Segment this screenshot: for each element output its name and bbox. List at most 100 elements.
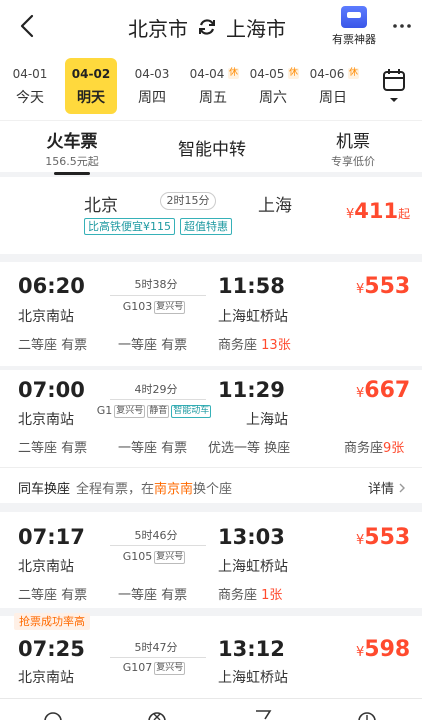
train-info: G103 复兴号 — [92, 300, 216, 314]
depart-station: 北京南站 — [18, 412, 74, 428]
seat-status: 有票 — [61, 338, 88, 353]
date-tab[interactable]: 04-01 今天 — [4, 58, 56, 114]
funnel-icon[interactable] — [254, 709, 272, 720]
back-arrow-icon[interactable] — [16, 12, 40, 40]
date-label: 04-03 — [134, 67, 170, 81]
arrive-time: 13:03 — [218, 525, 285, 549]
weekday-label: 周五 — [199, 90, 227, 106]
price-suffix: 起 — [398, 207, 411, 221]
weekday-label: 周四 — [138, 90, 166, 106]
train-card[interactable]: 07:00 北京南站 4时29分 G1 复兴号 静音 智能动车 11:29 上海站 ¥… — [0, 370, 422, 503]
ticket-tool-icon — [341, 6, 367, 28]
seat-count: 13张 — [261, 338, 291, 353]
arrive-station: 上海虹桥站 — [218, 559, 288, 575]
success-rate-badge: 抢票成功率高 — [14, 613, 90, 630]
weekday-label: 明天 — [77, 90, 105, 106]
swap-cities-icon[interactable] — [196, 16, 218, 38]
seat-change-row[interactable]: 同车换座 全程有票，在南京南换个座 详情 — [0, 467, 422, 503]
depart-station: 北京南站 — [18, 670, 74, 686]
train-type-badge: 复兴号 — [114, 405, 146, 418]
seat-class: 二等座 — [18, 338, 58, 353]
date-tab[interactable]: 04-03 周四 — [126, 58, 178, 114]
route-selector[interactable]: 北京市 上海市 — [128, 12, 286, 42]
arrive-station: 上海站 — [246, 412, 288, 428]
flight-duration: 2时15分 — [160, 192, 216, 210]
train-number: G105 — [122, 550, 153, 563]
train-card[interactable]: 07:17 北京南站 5时46分 G105 复兴号 13:03 上海虹桥站 ¥55… — [0, 512, 422, 608]
seat-class: 优选一等 — [208, 441, 261, 456]
route-line — [110, 399, 206, 400]
train-number: G1 — [96, 404, 113, 417]
train-type-badge: 复兴号 — [154, 662, 186, 675]
arrive-station: 上海虹桥站 — [218, 309, 288, 325]
from-city[interactable]: 北京市 — [128, 13, 188, 42]
cheaper-than-rail-tag: 比高铁便宜¥115 — [84, 218, 175, 235]
seat-availability: 商务座9张 — [344, 437, 404, 456]
to-city[interactable]: 上海市 — [226, 13, 286, 42]
filter-icon[interactable] — [44, 709, 62, 720]
weekday-label: 今天 — [16, 90, 44, 106]
tab-smart-transfer[interactable]: 智能中转 — [170, 135, 254, 160]
seat-class: 一等座 — [118, 338, 158, 353]
flight-price-value: 411 — [354, 199, 399, 223]
ticket-tool-label: 有票神器 — [332, 33, 376, 46]
calendar-icon[interactable] — [382, 68, 406, 108]
seat-class: 二等座 — [18, 441, 58, 456]
ticket-price: ¥598 — [356, 637, 410, 662]
train-number: G107 — [122, 661, 153, 674]
seat-class: 商务座 — [218, 588, 258, 603]
arrive-time: 11:29 — [218, 378, 285, 402]
details-link[interactable]: 详情 — [368, 478, 406, 497]
trip-duration: 4时29分 — [134, 383, 178, 396]
seat-status: 有票 — [161, 588, 188, 603]
route-line — [110, 545, 206, 546]
transport-mode-tabs: 火车票 156.5元起 智能中转 机票 专享低价 — [0, 120, 422, 175]
tab-title: 火车票 — [46, 132, 98, 152]
seat-count: 1张 — [261, 588, 283, 603]
seat-status: 有票 — [161, 441, 188, 456]
date-tab-selected[interactable]: 04-02 明天 — [65, 58, 117, 114]
depart-time: 06:20 — [18, 274, 85, 298]
seat-class: 商务座 — [218, 338, 258, 353]
ticket-price-value: 598 — [364, 637, 411, 662]
seat-availability: 二等座 有票 — [18, 584, 87, 603]
time-sort-icon[interactable] — [148, 709, 166, 720]
seat-availability: 一等座 有票 — [118, 437, 187, 456]
seat-availability: 二等座 有票 — [18, 437, 87, 456]
date-tab[interactable]: 04-05 休 周六 — [246, 58, 300, 114]
details-label: 详情 — [368, 482, 395, 497]
date-label: 04-02 — [71, 67, 111, 81]
ticket-tool-button[interactable]: 有票神器 — [326, 6, 382, 50]
train-card[interactable]: 抢票成功率高 07:25 北京南站 5时47分 G107 复兴号 13:12 上海… — [0, 613, 422, 706]
tab-train-tickets[interactable]: 火车票 156.5元起 — [40, 127, 104, 175]
clock-icon[interactable] — [358, 709, 376, 720]
tab-title: 机票 — [336, 132, 370, 152]
ticket-price: ¥553 — [356, 525, 410, 550]
arrive-station: 上海虹桥站 — [218, 670, 288, 686]
seat-change-label: 同车换座 — [18, 482, 71, 497]
date-tab[interactable]: 04-04 休 周五 — [186, 58, 240, 114]
seat-availability: 二等座 有票 — [18, 334, 87, 353]
seat-class: 一等座 — [118, 588, 158, 603]
route-line — [110, 295, 206, 296]
trip-duration: 5时46分 — [134, 529, 178, 542]
trip-duration: 5时38分 — [134, 278, 178, 291]
flight-suggestion-card[interactable]: 北京 2时15分 上海 比高铁便宜¥115 超值特惠 ¥411起 — [0, 177, 422, 254]
date-tab[interactable]: 04-06 休 周日 — [306, 58, 360, 114]
smart-train-badge: 智能动车 — [171, 405, 212, 418]
train-info: G105 复兴号 — [92, 550, 216, 564]
seat-class: 二等座 — [18, 588, 58, 603]
tab-flights[interactable]: 机票 专享低价 — [326, 127, 380, 169]
train-card[interactable]: 06:20 北京南站 5时38分 G103 复兴号 11:58 上海虹桥站 ¥55… — [0, 262, 422, 366]
holiday-badge: 休 — [287, 68, 299, 79]
seat-change-station: 南京南 — [154, 482, 194, 497]
seat-status: 换座 — [264, 441, 291, 456]
seat-status: 有票 — [161, 338, 188, 353]
flight-price: ¥411起 — [346, 199, 410, 223]
more-options-icon[interactable] — [392, 16, 412, 36]
tab-subtitle: 156.5元起 — [45, 155, 99, 168]
train-search-page: 北京市 上海市 有票神器 04-01 今天 04-02 明天 04-03 周四 … — [0, 0, 422, 720]
depart-station: 北京南站 — [18, 559, 74, 575]
seat-availability: 一等座 有票 — [118, 334, 187, 353]
arrive-time: 11:58 — [218, 274, 285, 298]
